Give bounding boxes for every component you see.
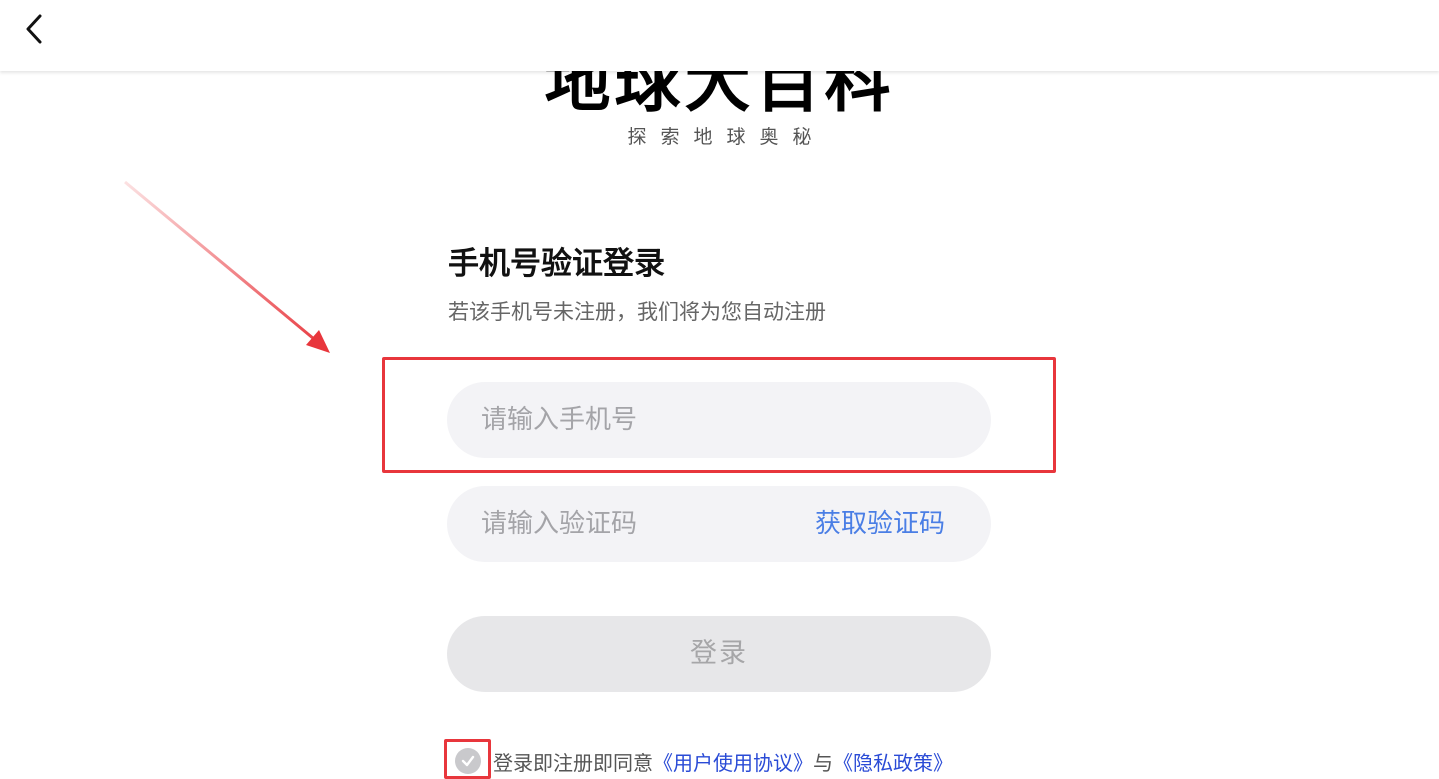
agreement-conjunction: 与 bbox=[813, 750, 833, 775]
form-hint: 若该手机号未注册，我们将为您自动注册 bbox=[448, 300, 826, 324]
verification-code-input[interactable] bbox=[481, 486, 781, 562]
privacy-policy-link[interactable]: 《隐私政策》 bbox=[833, 747, 953, 776]
phone-input[interactable] bbox=[481, 382, 961, 458]
phone-field-container bbox=[447, 382, 991, 458]
agreement-checkbox[interactable] bbox=[455, 748, 481, 774]
form-title: 手机号验证登录 bbox=[448, 246, 665, 282]
agreement-prefix: 登录即注册即同意 bbox=[493, 750, 653, 775]
back-button[interactable] bbox=[14, 9, 54, 49]
chevron-left-icon bbox=[26, 14, 42, 44]
agreement-row: 登录即注册即同意 《用户使用协议》 与 《隐私政策》 bbox=[455, 743, 953, 779]
login-button[interactable]: 登录 bbox=[447, 616, 991, 692]
code-field-container: 获取验证码 bbox=[447, 486, 991, 562]
user-agreement-link[interactable]: 《用户使用协议》 bbox=[653, 747, 813, 776]
get-code-button[interactable]: 获取验证码 bbox=[815, 486, 945, 562]
top-bar bbox=[0, 0, 1439, 71]
